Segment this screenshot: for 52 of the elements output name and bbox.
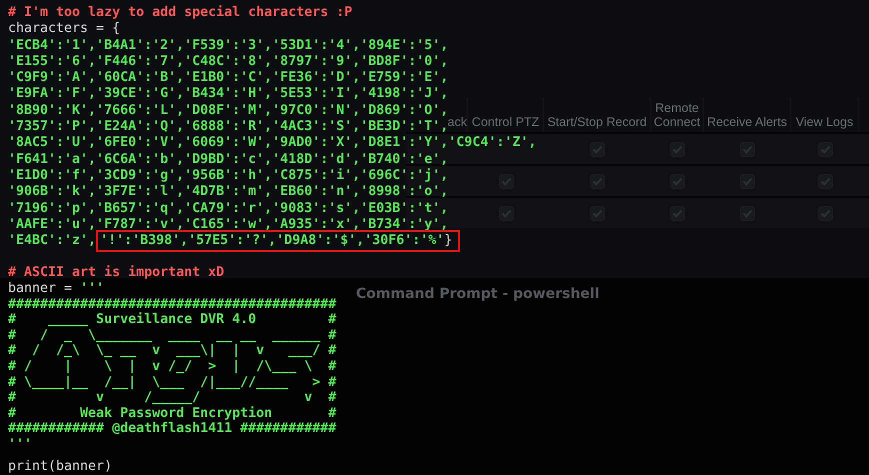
string-literal: ''' xyxy=(8,436,32,453)
column-header: Receive Alerts xyxy=(707,115,787,129)
column-header: Start/Stop Record xyxy=(547,115,647,129)
ascii-art-line: # _____ Surveillance DVR 4.0 # xyxy=(8,312,336,328)
code-text: banner = xyxy=(8,281,74,297)
code-comment: # I'm too lazy to add special characters :P xyxy=(8,5,352,22)
code-text: } xyxy=(444,233,452,250)
column-header: View Logs xyxy=(796,115,854,129)
column-header: ack xyxy=(448,115,467,129)
string-literal: 'AAFE':'u','F787':'v','C165':'w','A935':'x','B734':'y', xyxy=(8,216,448,234)
column-header: Control PTZ xyxy=(472,115,540,129)
checked-checkbox[interactable] xyxy=(740,174,755,188)
window-title: Command Prompt - powershell xyxy=(356,286,600,302)
string-literal: '7196':'p','B657':'q','CA79':'r','9083':'s','E03B':'t', xyxy=(8,200,448,217)
string-literal: 'E9FA':'F','39CE':'G','B434':'H','5E53':'I','4198':'J', xyxy=(8,86,448,103)
code-text: print(banner) xyxy=(8,458,112,474)
string-literal: '8AC5':'U','6FE0':'V','6069':'W','9AD0':'X','D8E1':'Y','C9C4':'Z', xyxy=(8,135,536,152)
ascii-art-line: # \____|__ /__| \___ /|___//____ > # xyxy=(8,374,336,390)
string-literal: 'F641':'a','6C6A':'b','D9BD':'c','418D':'d','B740':'e', xyxy=(8,152,448,168)
ascii-art-line: # Weak Password Encryption # xyxy=(8,406,336,422)
string-literal: '7357':'P','E24A':'Q','6888':'R','4AC3':'S','BE3D':'T', xyxy=(8,119,448,136)
string-literal: 'E4BC':'z', xyxy=(8,233,96,250)
string-literal: 'E155':'6','F446':'7','C48C':'8','8797':'9','BD8F':'0', xyxy=(8,54,448,70)
checked-checkbox[interactable] xyxy=(818,174,832,188)
checked-checkbox[interactable] xyxy=(498,174,514,188)
ascii-art-line: # / _ \_______ ____ __ __ ______ # xyxy=(8,328,336,344)
checked-checkbox[interactable] xyxy=(670,206,685,220)
checked-checkbox[interactable] xyxy=(590,142,605,156)
checked-checkbox[interactable] xyxy=(590,174,605,188)
checked-checkbox[interactable] xyxy=(670,174,685,188)
string-literal: '906B':'k','3F7E':'l','4D7B':'m','EB60':'n','8998':'o', xyxy=(8,184,448,201)
code-comment: # ASCII art is important xD xyxy=(8,265,224,282)
checked-checkbox[interactable] xyxy=(670,142,685,156)
string-literal: '!':'B398','57E5':'?','D9A8':'$','30F6':'%' xyxy=(100,233,444,250)
checked-checkbox[interactable] xyxy=(818,206,832,220)
string-literal: 'ECB4':'1','B4A1':'2','F539':'3','53D1':'4','894E':'5', xyxy=(8,38,448,54)
string-literal: '8B90':'K','7666':'L','D08F':'M','97C0':'N','D869':'O', xyxy=(8,102,448,118)
ascii-art-line: ######################################### xyxy=(8,296,336,312)
string-literal: 'E1D0':'f','3CD9':'g','956B':'h','C875':'i','696C':'j', xyxy=(8,168,448,184)
checked-checkbox[interactable] xyxy=(740,142,755,156)
string-literal: 'C9F9':'A','60CA':'B','E1B0':'C','FE36':'D','E759':'E', xyxy=(8,70,448,86)
ascii-art-line: # v /_____/ v # xyxy=(8,390,336,406)
checked-checkbox[interactable] xyxy=(498,206,514,220)
ascii-art-line: ############ @deathflash1411 ############ xyxy=(8,421,336,437)
checked-checkbox[interactable] xyxy=(818,142,832,156)
code-text: characters = { xyxy=(8,21,120,38)
checked-checkbox[interactable] xyxy=(590,206,605,220)
column-header: Remote Connect xyxy=(653,101,701,129)
ascii-art-line: # / /_\ \_ __ v ___\| | v ___/ # xyxy=(8,343,336,360)
checked-checkbox[interactable] xyxy=(740,206,755,220)
ascii-art-line: # / | \ | v /_/ > | /\___ \ # xyxy=(8,359,336,375)
string-literal: ''' xyxy=(80,281,104,297)
